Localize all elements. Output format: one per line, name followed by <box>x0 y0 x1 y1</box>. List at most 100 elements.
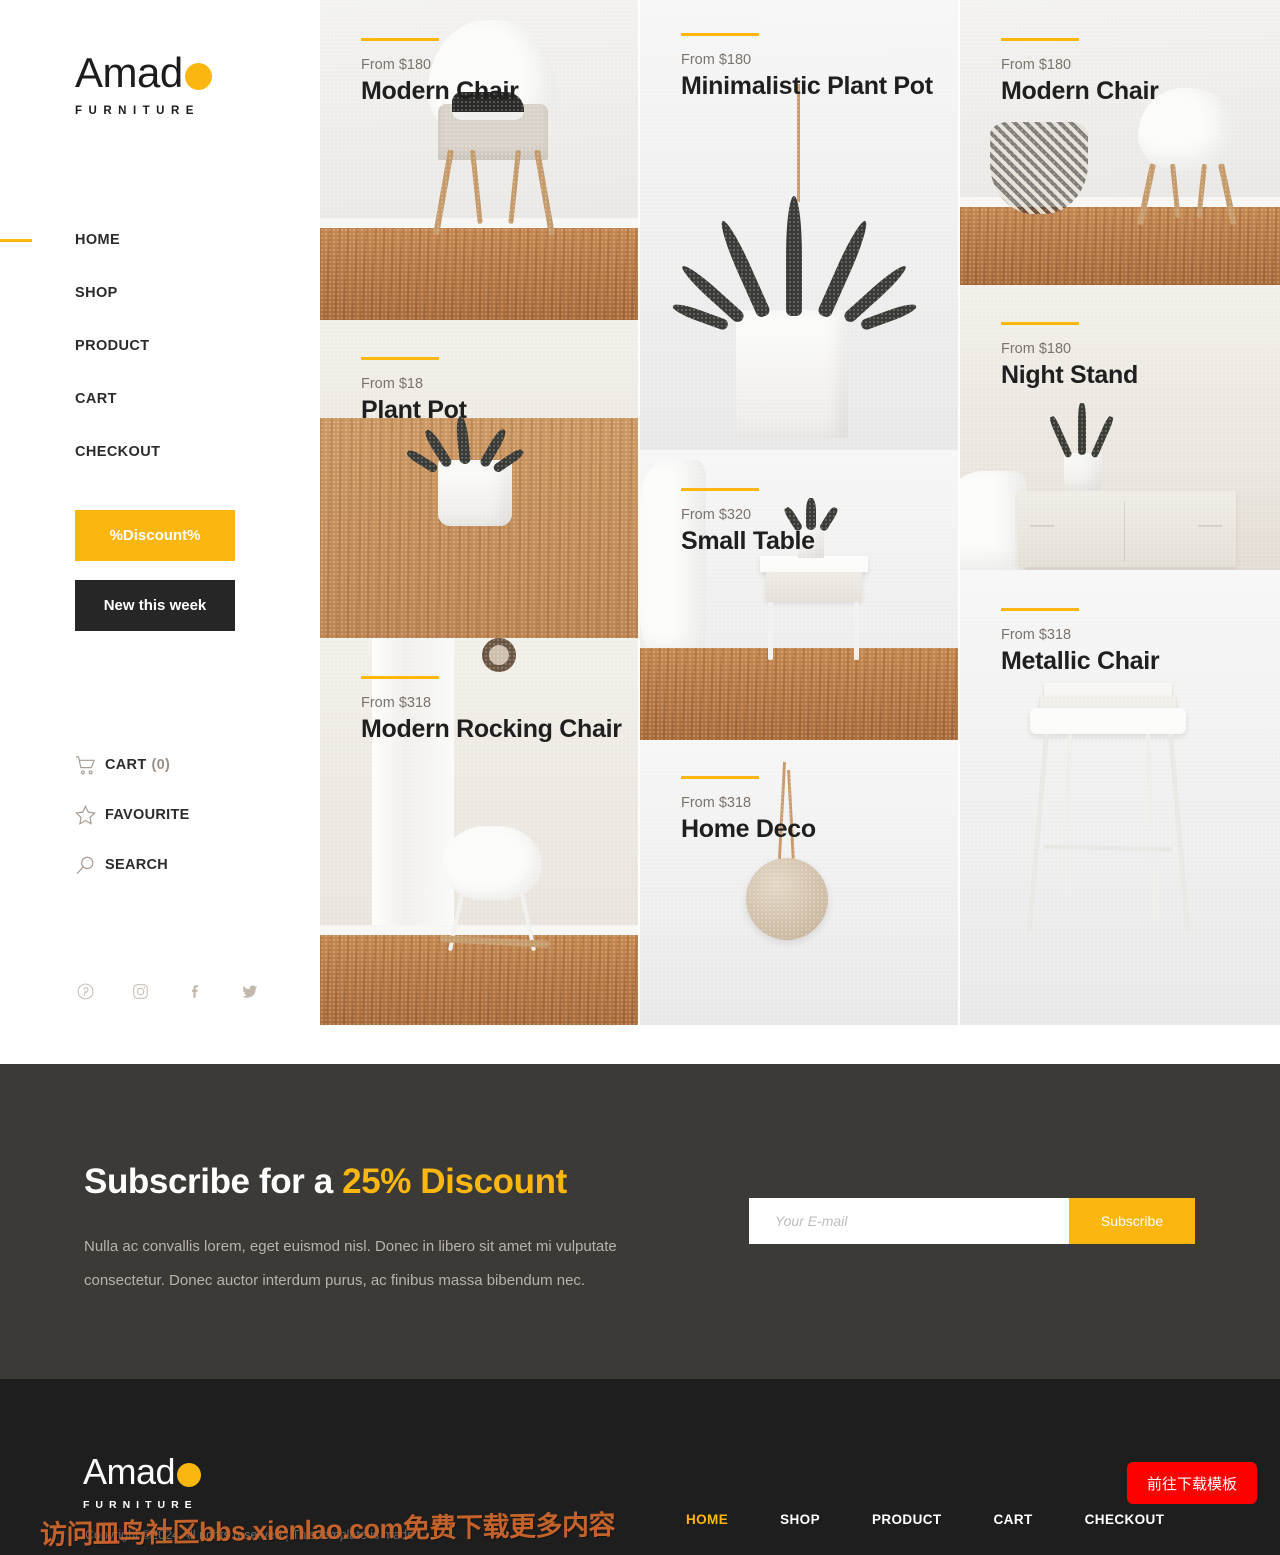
favourite-link-label: FAVOURITE <box>105 807 190 823</box>
brand-logo[interactable]: Amad FURNITURE <box>75 52 212 117</box>
footer-brand-dot-icon <box>177 1463 202 1487</box>
product-price: From $180 <box>1001 57 1072 73</box>
sidebar-item-label: PRODUCT <box>75 338 150 354</box>
accent-rule <box>1001 38 1079 41</box>
footer-tagline: FURNITURE <box>83 1499 198 1511</box>
product-card-plant-pot[interactable]: From $18 Plant Pot <box>320 320 638 638</box>
product-price: From $318 <box>361 695 432 711</box>
product-card-night-stand[interactable]: From $180 Night Stand <box>960 285 1280 570</box>
product-title: Home Deco <box>681 815 816 843</box>
search-icon <box>75 855 105 876</box>
product-title: Minimalistic Plant Pot <box>681 72 933 100</box>
product-card-text: From $320 Small Table <box>681 488 815 556</box>
subscribe-button[interactable]: Subscribe <box>1069 1198 1195 1244</box>
product-card-modern-rocking-chair[interactable]: From $318 Modern Rocking Chair <box>320 638 638 1025</box>
product-card-small-table[interactable]: From $320 Small Table <box>640 450 958 740</box>
download-template-button[interactable]: 前往下载模板 <box>1127 1462 1257 1504</box>
footer-nav-cart[interactable]: CART <box>968 1512 1059 1527</box>
favourite-link[interactable]: FAVOURITE <box>75 790 190 840</box>
product-card-minimalistic-plant-pot[interactable]: From $180 Minimalistic Plant Pot <box>640 0 958 450</box>
accent-rule <box>681 33 759 36</box>
instagram-icon[interactable] <box>127 978 153 1004</box>
search-link-label: SEARCH <box>105 857 169 873</box>
product-card-metallic-chair[interactable]: From $318 Metallic Chair <box>960 570 1280 1025</box>
subscribe-form: Subscribe <box>749 1198 1195 1244</box>
footer-brand-name: Amad <box>83 1451 202 1492</box>
accent-rule <box>1001 322 1079 325</box>
sidebar-item-product[interactable]: PRODUCT <box>75 334 305 387</box>
footer-nav: HOME SHOP PRODUCT CART CHECKOUT <box>660 1512 1220 1527</box>
accent-rule <box>361 676 439 679</box>
product-title: Modern Chair <box>1001 77 1159 105</box>
product-price: From $18 <box>361 376 424 392</box>
cart-link-label: CART <box>105 757 147 773</box>
cart-count: (0) <box>151 757 171 773</box>
email-input[interactable] <box>749 1198 1069 1244</box>
product-price: From $180 <box>1001 341 1072 357</box>
subscribe-heading-plain: Subscribe for a <box>84 1162 343 1201</box>
sidebar-item-label: SHOP <box>75 285 118 301</box>
footer-nav-home[interactable]: HOME <box>660 1512 754 1527</box>
footer-brand-text: Amad <box>83 1451 176 1492</box>
star-icon <box>75 805 105 825</box>
accent-rule <box>681 776 759 779</box>
subscribe-body: Nulla ac convallis lorem, eget euismod n… <box>84 1238 617 1289</box>
sidebar-item-label: HOME <box>75 232 121 248</box>
cart-icon <box>75 755 105 775</box>
product-title: Night Stand <box>1001 361 1138 389</box>
footer-logo[interactable]: Amad FURNITURE <box>83 1451 202 1511</box>
product-price: From $180 <box>681 52 752 68</box>
product-title: Metallic Chair <box>1001 647 1160 675</box>
sidebar-buttons: %Discount% New this week <box>75 510 235 631</box>
product-title: Modern Chair <box>361 77 519 105</box>
sidebar-item-label: CART <box>75 391 117 407</box>
active-indicator <box>0 239 32 242</box>
footer-nav-product[interactable]: PRODUCT <box>846 1512 968 1527</box>
discount-button[interactable]: %Discount% <box>75 510 235 561</box>
product-card-text: From $318 Home Deco <box>681 776 816 844</box>
footer-nav-shop[interactable]: SHOP <box>754 1512 846 1527</box>
sidebar-item-checkout[interactable]: CHECKOUT <box>75 440 305 493</box>
brand-dot-icon <box>184 62 212 90</box>
sidebar-item-home[interactable]: HOME <box>0 228 305 281</box>
product-title: Modern Rocking Chair <box>361 715 622 743</box>
sidebar-item-cart[interactable]: CART <box>75 387 305 440</box>
accent-rule <box>361 38 439 41</box>
product-card-text: From $180 Modern Chair <box>361 38 519 106</box>
product-price: From $180 <box>361 57 432 73</box>
twitter-icon[interactable] <box>237 978 263 1004</box>
cart-link[interactable]: CART (0) <box>75 740 190 790</box>
footer-nav-checkout[interactable]: CHECKOUT <box>1059 1512 1191 1527</box>
facebook-icon[interactable] <box>182 978 208 1004</box>
product-card-text: From $318 Metallic Chair <box>1001 608 1160 676</box>
sidebar-item-shop[interactable]: SHOP <box>75 281 305 334</box>
brand-tagline: FURNITURE <box>75 105 200 117</box>
product-price: From $318 <box>681 795 752 811</box>
product-card-modern-chair[interactable]: From $180 Modern Chair <box>320 0 638 320</box>
search-link[interactable]: SEARCH <box>75 840 190 890</box>
pinterest-icon[interactable] <box>72 978 98 1004</box>
accent-rule <box>1001 608 1079 611</box>
product-card-home-deco[interactable]: From $318 Home Deco <box>640 740 958 1025</box>
product-card-text: From $180 Night Stand <box>1001 322 1138 390</box>
sidebar-item-label: CHECKOUT <box>75 444 161 460</box>
accent-rule <box>681 488 759 491</box>
product-price: From $320 <box>681 507 752 523</box>
product-grid: From $180 Modern Chair From $18 Plant Po… <box>320 0 1280 1025</box>
subscribe-copy: Subscribe for a 25% Discount Nulla ac co… <box>84 1162 724 1298</box>
new-this-week-button[interactable]: New this week <box>75 580 235 631</box>
accent-rule <box>361 357 439 360</box>
subscribe-heading-accent: 25% Discount <box>342 1162 567 1201</box>
product-card-modern-chair-2[interactable]: From $180 Modern Chair <box>960 0 1280 285</box>
product-title: Small Table <box>681 527 815 555</box>
main-nav: HOME SHOP PRODUCT CART CHECKOUT <box>0 228 305 493</box>
product-card-text: From $18 Plant Pot <box>361 357 467 425</box>
brand-name: Amad <box>75 52 212 94</box>
social-links <box>72 978 263 1004</box>
product-card-text: From $180 Minimalistic Plant Pot <box>681 33 933 101</box>
brand-name-text: Amad <box>75 49 183 96</box>
page-root: Amad FURNITURE HOME SHOP PRODUCT CART CH… <box>0 0 1280 1555</box>
utility-links: CART (0) FAVOURITE SEARCH <box>75 740 190 890</box>
product-price: From $318 <box>1001 627 1072 643</box>
product-card-text: From $318 Modern Rocking Chair <box>361 676 622 744</box>
